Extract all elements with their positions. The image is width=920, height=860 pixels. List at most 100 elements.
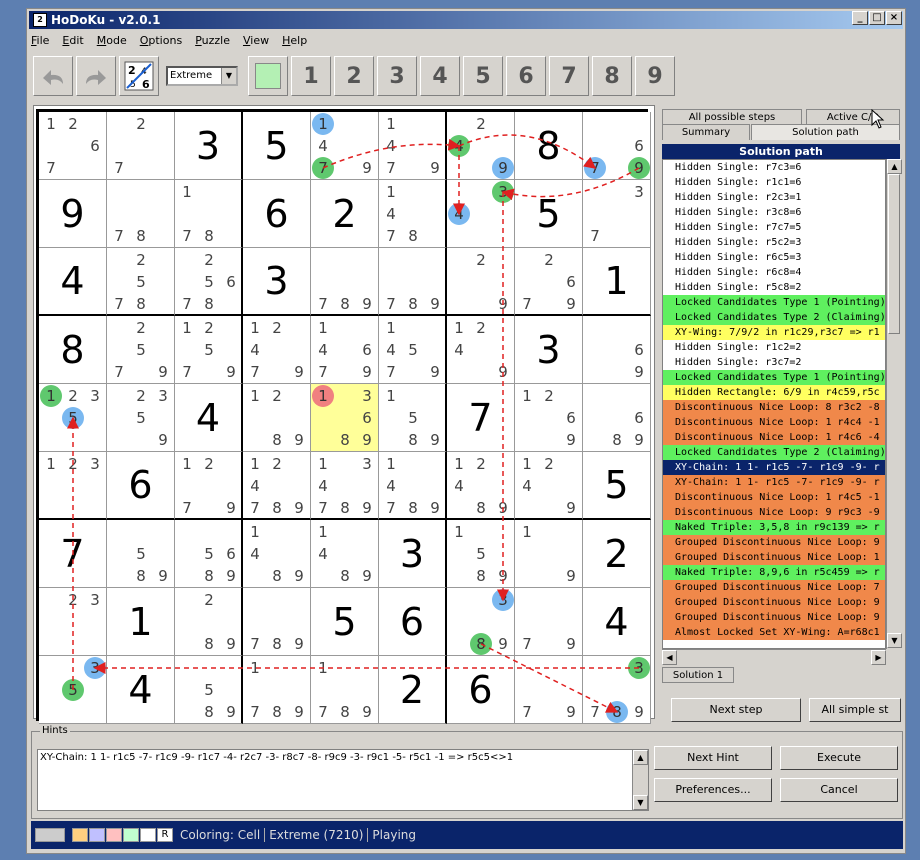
cell-r6c5[interactable]: 1 3 4 789 [311,452,379,520]
solution-step[interactable]: Grouped Discontinuous Nice Loop: 9 [663,610,885,625]
cell-r8c2[interactable]: 1 [107,588,175,656]
solution-step[interactable]: XY-Chain: 1 1- r1c5 -7- r1c9 -9- r [663,460,885,475]
cell-r3c9[interactable]: 1 [583,248,651,316]
cell-r5c8[interactable]: 126 9 [515,384,583,452]
reset-color-swatch[interactable]: R [157,828,173,842]
cell-r4c7[interactable]: 124 9 [447,316,515,384]
filter-digit-5-button[interactable]: 5 [463,56,503,96]
hint-scrollbar[interactable]: ▲ ▼ [632,750,648,810]
cell-r4c3[interactable]: 12 57 9 [175,316,243,384]
cell-r1c5[interactable]: 1 4 7 9 [311,112,379,180]
filter-digit-3-button[interactable]: 3 [377,56,417,96]
close-button[interactable]: × [886,11,902,25]
solution-step[interactable]: Discontinuous Nice Loop: 1 r4c6 -4 [663,430,885,445]
solution-step[interactable]: Discontinuous Nice Loop: 8 r3c2 -8 [663,400,885,415]
cell-r3c2[interactable]: 2 578 [107,248,175,316]
cell-r9c3[interactable]: 5 89 [175,656,243,724]
cell-r8c5[interactable]: 5 [311,588,379,656]
cell-r4c5[interactable]: 1 4 6 7 9 [311,316,379,384]
cell-r6c3[interactable]: 12 7 9 [175,452,243,520]
candidates-toggle-button[interactable]: 2456 [119,56,159,96]
solution-step[interactable]: Locked Candidates Type 1 (Pointing) [663,370,885,385]
cell-r2c8[interactable]: 5 [515,180,583,248]
cell-r9c8[interactable]: 79 [515,656,583,724]
cell-r7c5[interactable]: 1 489 [311,520,379,588]
cell-r3c6[interactable]: 789 [379,248,447,316]
solution-step[interactable]: Hidden Rectangle: 6/9 in r4c59,r5c [663,385,885,400]
cell-r6c6[interactable]: 1 4 789 [379,452,447,520]
cell-r9c7[interactable]: 6 [447,656,515,724]
title-bar[interactable]: 2 HoDoKu - v2.0.1 [29,11,903,29]
cell-r5c6[interactable]: 1589 [379,384,447,452]
scroll-down-icon[interactable]: ▼ [887,633,902,648]
solution-step[interactable]: Locked Candidates Type 1 (Pointing) [663,295,885,310]
cell-r5c3[interactable]: 4 [175,384,243,452]
solution-step[interactable]: Discontinuous Nice Loop: 1 r4c4 -1 [663,415,885,430]
cell-r3c1[interactable]: 4 [39,248,107,316]
cell-r6c2[interactable]: 6 [107,452,175,520]
cell-r8c3[interactable]: 2 89 [175,588,243,656]
solution-step-list[interactable]: Hidden Single: r7c3=6 Hidden Single: r1c1… [662,159,886,649]
cell-r8c6[interactable]: 6 [379,588,447,656]
cell-r4c2[interactable]: 2 57 9 [107,316,175,384]
scroll-up-icon[interactable]: ▲ [633,750,648,765]
cell-r9c4[interactable]: 1789 [243,656,311,724]
menu-puzzle[interactable]: Puzzle [195,34,230,47]
solution-step[interactable]: Grouped Discontinuous Nice Loop: 7 [663,580,885,595]
solution-step[interactable]: Hidden Single: r7c3=6 [663,160,885,175]
solution-step[interactable]: XY-Wing: 7/9/2 in r1c29,r3c7 => r1 [663,325,885,340]
cell-r3c8[interactable]: 26 7 9 [515,248,583,316]
solution-step[interactable]: XY-Chain: 1 1- r1c5 -7- r1c9 -9- r [663,475,885,490]
step-list-scrollbar[interactable]: ▲ ▼ [886,159,902,649]
cell-r6c8[interactable]: 124 9 [515,452,583,520]
execute-button[interactable]: Execute [780,746,898,770]
minimize-button[interactable]: _ [852,11,868,25]
solution-step[interactable]: Grouped Discontinuous Nice Loop: 9 [663,535,885,550]
cell-r7c8[interactable]: 19 [515,520,583,588]
solution-step[interactable]: Naked Triple: 8,9,6 in r5c459 => r [663,565,885,580]
undo-button[interactable] [33,56,73,96]
menu-mode[interactable]: Mode [97,34,127,47]
cell-r3c7[interactable]: 29 [447,248,515,316]
cell-r5c1[interactable]: 1235 [39,384,107,452]
cell-r2c6[interactable]: 1 4 78 [379,180,447,248]
solution-step[interactable]: Hidden Single: r5c2=3 [663,235,885,250]
filter-digit-6-button[interactable]: 6 [506,56,546,96]
filter-digit-2-button[interactable]: 2 [334,56,374,96]
solution-step[interactable]: Hidden Single: r1c2=2 [663,340,885,355]
solution-step[interactable]: Locked Candidates Type 2 (Claiming) [663,445,885,460]
cell-r2c7[interactable]: 34 [447,180,515,248]
solution-step[interactable]: Grouped Discontinuous Nice Loop: 1 [663,550,885,565]
cell-r4c4[interactable]: 124 7 9 [243,316,311,384]
scroll-thumb[interactable] [888,174,900,334]
filter-digit-7-button[interactable]: 7 [549,56,589,96]
cell-r1c4[interactable]: 5 [243,112,311,180]
solution-step[interactable]: Hidden Single: r6c8=4 [663,265,885,280]
cell-r8c8[interactable]: 79 [515,588,583,656]
scroll-right-icon[interactable]: ▶ [871,650,886,665]
cell-r8c9[interactable]: 4 [583,588,651,656]
color-filter-button[interactable] [248,56,288,96]
cell-r1c3[interactable]: 3 [175,112,243,180]
all-simple-steps-button[interactable]: All simple st [809,698,901,722]
cell-r7c4[interactable]: 1 489 [243,520,311,588]
cell-r9c9[interactable]: 3 789 [583,656,651,724]
cell-r9c2[interactable]: 4 [107,656,175,724]
cell-r4c6[interactable]: 1 457 9 [379,316,447,384]
redo-button[interactable] [76,56,116,96]
color-swatch[interactable] [106,828,122,842]
cell-r2c2[interactable]: 78 [107,180,175,248]
cell-r6c4[interactable]: 124 789 [243,452,311,520]
cell-r5c9[interactable]: 689 [583,384,651,452]
cell-r5c4[interactable]: 12 89 [243,384,311,452]
color-swatch[interactable] [140,828,156,842]
solution-step[interactable]: Naked Triple: 3,5,8 in r9c139 => r [663,520,885,535]
cell-r1c8[interactable]: 8 [515,112,583,180]
color-swatch[interactable] [35,828,65,842]
preferences-button[interactable]: Preferences... [654,778,772,802]
cell-r7c6[interactable]: 3 [379,520,447,588]
solution-step[interactable]: Locked Candidates Type 2 (Claiming) [663,310,885,325]
next-hint-button[interactable]: Next Hint [654,746,772,770]
cell-r5c7[interactable]: 7 [447,384,515,452]
cell-r8c1[interactable]: 23 [39,588,107,656]
